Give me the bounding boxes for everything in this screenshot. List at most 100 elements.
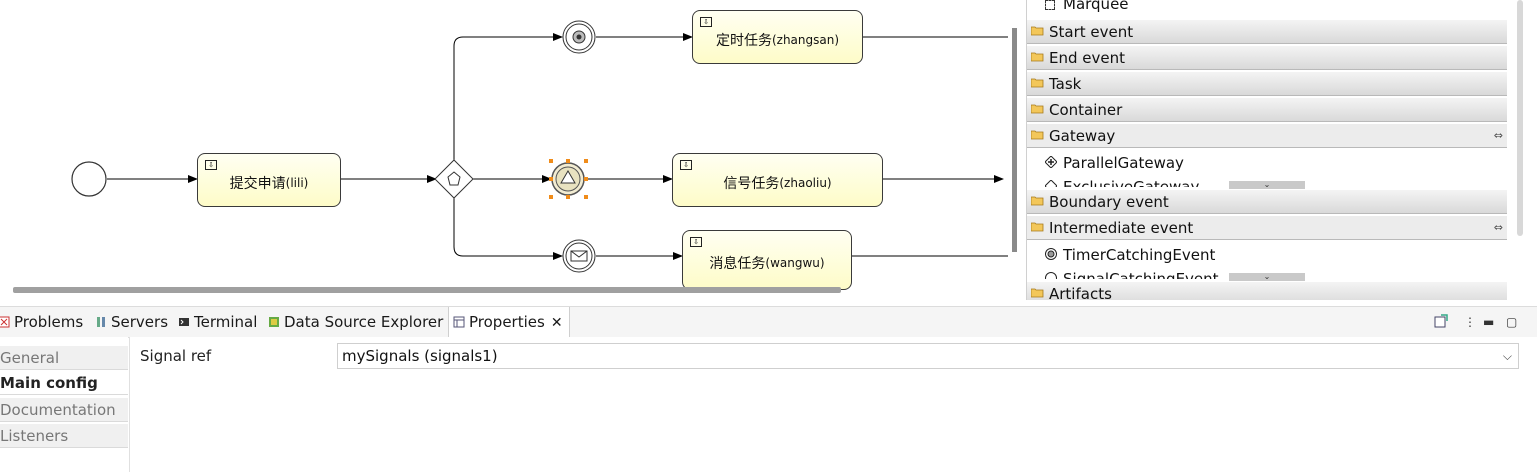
flow-gateway-to-message[interactable] xyxy=(453,197,563,260)
tab-label: Documentation xyxy=(0,401,116,419)
properties-tab-documentation[interactable]: Documentation xyxy=(0,398,128,422)
drawer-intermediate-event[interactable]: Intermediate event ⇔ xyxy=(1027,216,1507,240)
task-title: 定时任务 xyxy=(715,33,772,49)
task-title: 提交申请 xyxy=(229,176,286,192)
drawer-label: Gateway xyxy=(1049,127,1116,145)
pin-icon[interactable]: ⇔ xyxy=(1494,216,1503,240)
user-task-icon: ⇩ xyxy=(680,160,692,170)
task-signal[interactable]: ⇩ 信号任务 (zhaoliu) xyxy=(672,153,883,207)
drawer-label: Start event xyxy=(1049,23,1134,41)
task-message[interactable]: ⇩ 消息任务 (wangwu) xyxy=(682,230,852,290)
properties-tab-general[interactable]: General xyxy=(0,346,128,370)
timer-catching-event-icon[interactable] xyxy=(562,20,596,54)
properties-tab-list: General Main config Documentation Listen… xyxy=(0,337,128,472)
properties-content: Signal ref mySignals (signals1) ⌵ xyxy=(129,337,1537,472)
parallel-gateway-icon xyxy=(1045,156,1057,168)
view-menu-icon[interactable]: ⋮ xyxy=(1464,307,1476,337)
minimize-icon[interactable]: ▬ xyxy=(1483,307,1494,337)
drawer-label: Boundary event xyxy=(1049,193,1169,211)
palette-scrollbar[interactable] xyxy=(1517,0,1523,236)
palette: Marquee Start event End event Task Conta… xyxy=(1026,0,1507,300)
diagram-canvas[interactable]: ⇩ 提交申请 (lili) ⇩ 定时任务 (zhangsan) ⇩ 信号任务 (zha… xyxy=(0,0,1008,298)
task-assignee: (wangwu) xyxy=(765,256,825,270)
tab-terminal[interactable]: Terminal xyxy=(178,307,257,337)
chevron-down-icon: ⌵ xyxy=(1502,349,1512,363)
palette-item-marquee[interactable]: Marquee xyxy=(1027,0,1507,16)
drawer-label: Container xyxy=(1049,101,1123,119)
drawer-label: Artifacts xyxy=(1049,285,1112,300)
timer-event-icon xyxy=(1045,248,1057,260)
folder-icon xyxy=(1031,26,1044,36)
signal-ref-label: Signal ref xyxy=(140,347,212,365)
pin-view-icon[interactable] xyxy=(1434,307,1448,337)
view-tab-bar: Problems Servers Terminal Data Source Ex… xyxy=(0,306,1537,338)
signal-ref-value: mySignals (signals1) xyxy=(342,347,498,365)
drawer-start-event[interactable]: Start event xyxy=(1027,20,1507,44)
drawer-task[interactable]: Task xyxy=(1027,72,1507,96)
folder-icon xyxy=(1031,288,1044,298)
task-assignee: (lili) xyxy=(285,176,309,190)
message-catching-event-icon[interactable] xyxy=(562,239,596,273)
palette-item-timer-catching-event[interactable]: TimerCatchingEvent xyxy=(1027,243,1507,267)
folder-icon xyxy=(1031,52,1044,62)
task-title: 消息任务 xyxy=(709,256,766,272)
signal-catching-event-icon[interactable] xyxy=(551,162,585,196)
flow-gateway-to-timer[interactable] xyxy=(453,33,563,161)
palette-item-label: SignalCatchingEvent xyxy=(1063,270,1219,279)
drawer-label: Intermediate event xyxy=(1049,219,1194,237)
exclusive-gateway-icon xyxy=(1045,180,1057,187)
tab-label: Main config xyxy=(0,374,98,392)
task-submit[interactable]: ⇩ 提交申请 (lili) xyxy=(197,153,341,207)
user-task-icon: ⇩ xyxy=(700,17,712,27)
folder-open-icon xyxy=(1031,130,1044,140)
palette-item-label: Marquee xyxy=(1063,0,1129,13)
tab-label: Servers xyxy=(111,313,169,331)
task-timer[interactable]: ⇩ 定时任务 (zhangsan) xyxy=(692,10,863,64)
tab-data-source-explorer[interactable]: Data Source Explorer xyxy=(268,307,443,337)
tab-label: Properties xyxy=(469,313,545,331)
close-icon[interactable]: ✕ xyxy=(551,315,563,331)
drawer-boundary-event[interactable]: Boundary event xyxy=(1027,190,1507,214)
drawer-label: Task xyxy=(1049,75,1082,93)
folder-icon xyxy=(1031,196,1044,206)
properties-icon xyxy=(453,316,465,328)
tab-properties[interactable]: Properties ✕ xyxy=(448,307,570,337)
signal-event-icon xyxy=(1045,272,1057,279)
pin-icon[interactable]: ⇔ xyxy=(1494,124,1503,148)
drawer-scroll-down-icon[interactable]: ⌄ xyxy=(1229,181,1305,189)
tab-label: General xyxy=(0,349,60,367)
task-assignee: (zhaoliu) xyxy=(779,176,832,190)
event-gateway-icon[interactable] xyxy=(434,159,474,199)
servers-icon xyxy=(97,317,105,327)
drawer-scroll-down-icon[interactable]: ⌄ xyxy=(1229,273,1305,281)
palette-item-label: TimerCatchingEvent xyxy=(1063,246,1216,264)
data-source-icon xyxy=(269,317,279,327)
problems-icon xyxy=(0,316,10,328)
terminal-icon xyxy=(179,318,189,326)
drawer-artifacts[interactable]: Artifacts xyxy=(1027,282,1507,300)
tab-problems[interactable]: Problems xyxy=(0,307,83,337)
palette-item-parallel-gateway[interactable]: ParallelGateway xyxy=(1027,151,1507,175)
marquee-icon xyxy=(1045,0,1055,10)
drawer-label: End event xyxy=(1049,49,1125,67)
tab-servers[interactable]: Servers xyxy=(95,307,168,337)
start-event-icon[interactable] xyxy=(71,161,107,197)
maximize-icon[interactable]: ▢ xyxy=(1506,307,1517,337)
task-assignee: (zhangsan) xyxy=(771,33,840,47)
signal-ref-select[interactable]: mySignals (signals1) ⌵ xyxy=(337,343,1519,369)
drawer-end-event[interactable]: End event xyxy=(1027,46,1507,70)
palette-item-label: ParallelGateway xyxy=(1063,154,1184,172)
drawer-container[interactable]: Container xyxy=(1027,98,1507,122)
properties-tab-main-config[interactable]: Main config xyxy=(0,371,128,395)
task-title: 信号任务 xyxy=(723,176,780,192)
palette-item-label: ExclusiveGateway xyxy=(1063,178,1200,187)
properties-tab-listeners[interactable]: Listeners xyxy=(0,424,128,448)
drawer-gateway[interactable]: Gateway ⇔ xyxy=(1027,124,1507,148)
folder-icon xyxy=(1031,104,1044,114)
tab-label: Problems xyxy=(14,313,84,331)
canvas-vertical-scrollbar[interactable] xyxy=(1012,28,1017,252)
tab-label: Terminal xyxy=(194,313,258,331)
folder-icon xyxy=(1031,78,1044,88)
user-task-icon: ⇩ xyxy=(690,237,702,247)
canvas-horizontal-scrollbar[interactable] xyxy=(13,287,841,293)
